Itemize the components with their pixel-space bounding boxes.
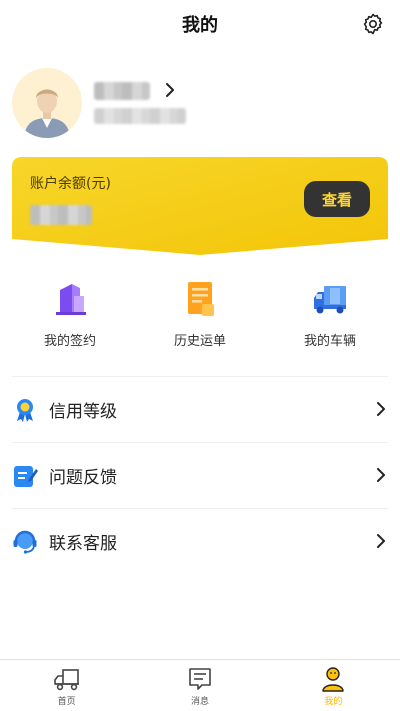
quick-item-vehicle[interactable]: 我的车辆: [282, 278, 378, 358]
user-avatar-icon: [12, 68, 82, 138]
bottom-nav: 首页 消息 我的: [0, 659, 400, 711]
quick-label-vehicle: 我的车辆: [303, 334, 356, 349]
quick-item-contract[interactable]: 我的签约: [22, 278, 118, 358]
waybill-document-icon: [188, 282, 214, 316]
top-bar: 我的: [0, 0, 400, 48]
chevron-right-icon: [166, 83, 174, 97]
nav-messages[interactable]: 消息: [133, 660, 266, 711]
badge-icon: [17, 398, 33, 422]
user-id-redacted: [94, 108, 186, 124]
chevron-right-icon: [377, 534, 385, 548]
nav-home[interactable]: 首页: [0, 660, 133, 711]
menu-item-credit[interactable]: 信用等级: [12, 376, 388, 442]
user-active-icon: [322, 667, 345, 692]
menu-label-service: 联系客服: [49, 534, 117, 554]
quick-label-contract: 我的签约: [43, 334, 96, 349]
nav-label-mine: 我的: [324, 697, 343, 707]
page-title: 我的: [182, 15, 218, 36]
quick-actions: 我的签约 历史运单 我的车辆: [0, 278, 400, 358]
quick-label-history: 历史运单: [173, 334, 226, 349]
truck-outline-icon: [53, 669, 79, 691]
chevron-right-icon: [377, 402, 385, 416]
view-balance-button[interactable]: 查看: [304, 181, 370, 217]
profile-arrow[interactable]: [162, 80, 178, 100]
chevron-right-icon: [377, 468, 385, 482]
username-redacted: [94, 82, 150, 100]
profile-section[interactable]: [0, 60, 400, 150]
balance-label: 账户余额(元): [30, 176, 111, 192]
menu-item-feedback[interactable]: 问题反馈: [12, 442, 388, 508]
headset-icon: [13, 530, 37, 554]
nav-label-messages: 消息: [190, 697, 209, 707]
settings-button[interactable]: [360, 11, 386, 37]
balance-card: 账户余额(元) 查看: [12, 157, 388, 255]
message-icon: [189, 668, 211, 690]
nav-label-home: 首页: [57, 697, 76, 707]
menu-list: 信用等级 问题反馈 联系客服: [12, 376, 388, 574]
balance-amount-redacted: [30, 205, 92, 225]
gear-icon: [363, 13, 383, 35]
nav-mine[interactable]: 我的: [267, 660, 400, 711]
contract-building-icon: [56, 284, 86, 315]
avatar[interactable]: [12, 68, 82, 138]
truck-icon: [314, 286, 346, 314]
menu-label-feedback: 问题反馈: [49, 468, 117, 488]
quick-item-history[interactable]: 历史运单: [152, 278, 248, 358]
feedback-edit-icon: [14, 465, 38, 487]
menu-label-credit: 信用等级: [49, 402, 117, 422]
menu-item-service[interactable]: 联系客服: [12, 508, 388, 574]
